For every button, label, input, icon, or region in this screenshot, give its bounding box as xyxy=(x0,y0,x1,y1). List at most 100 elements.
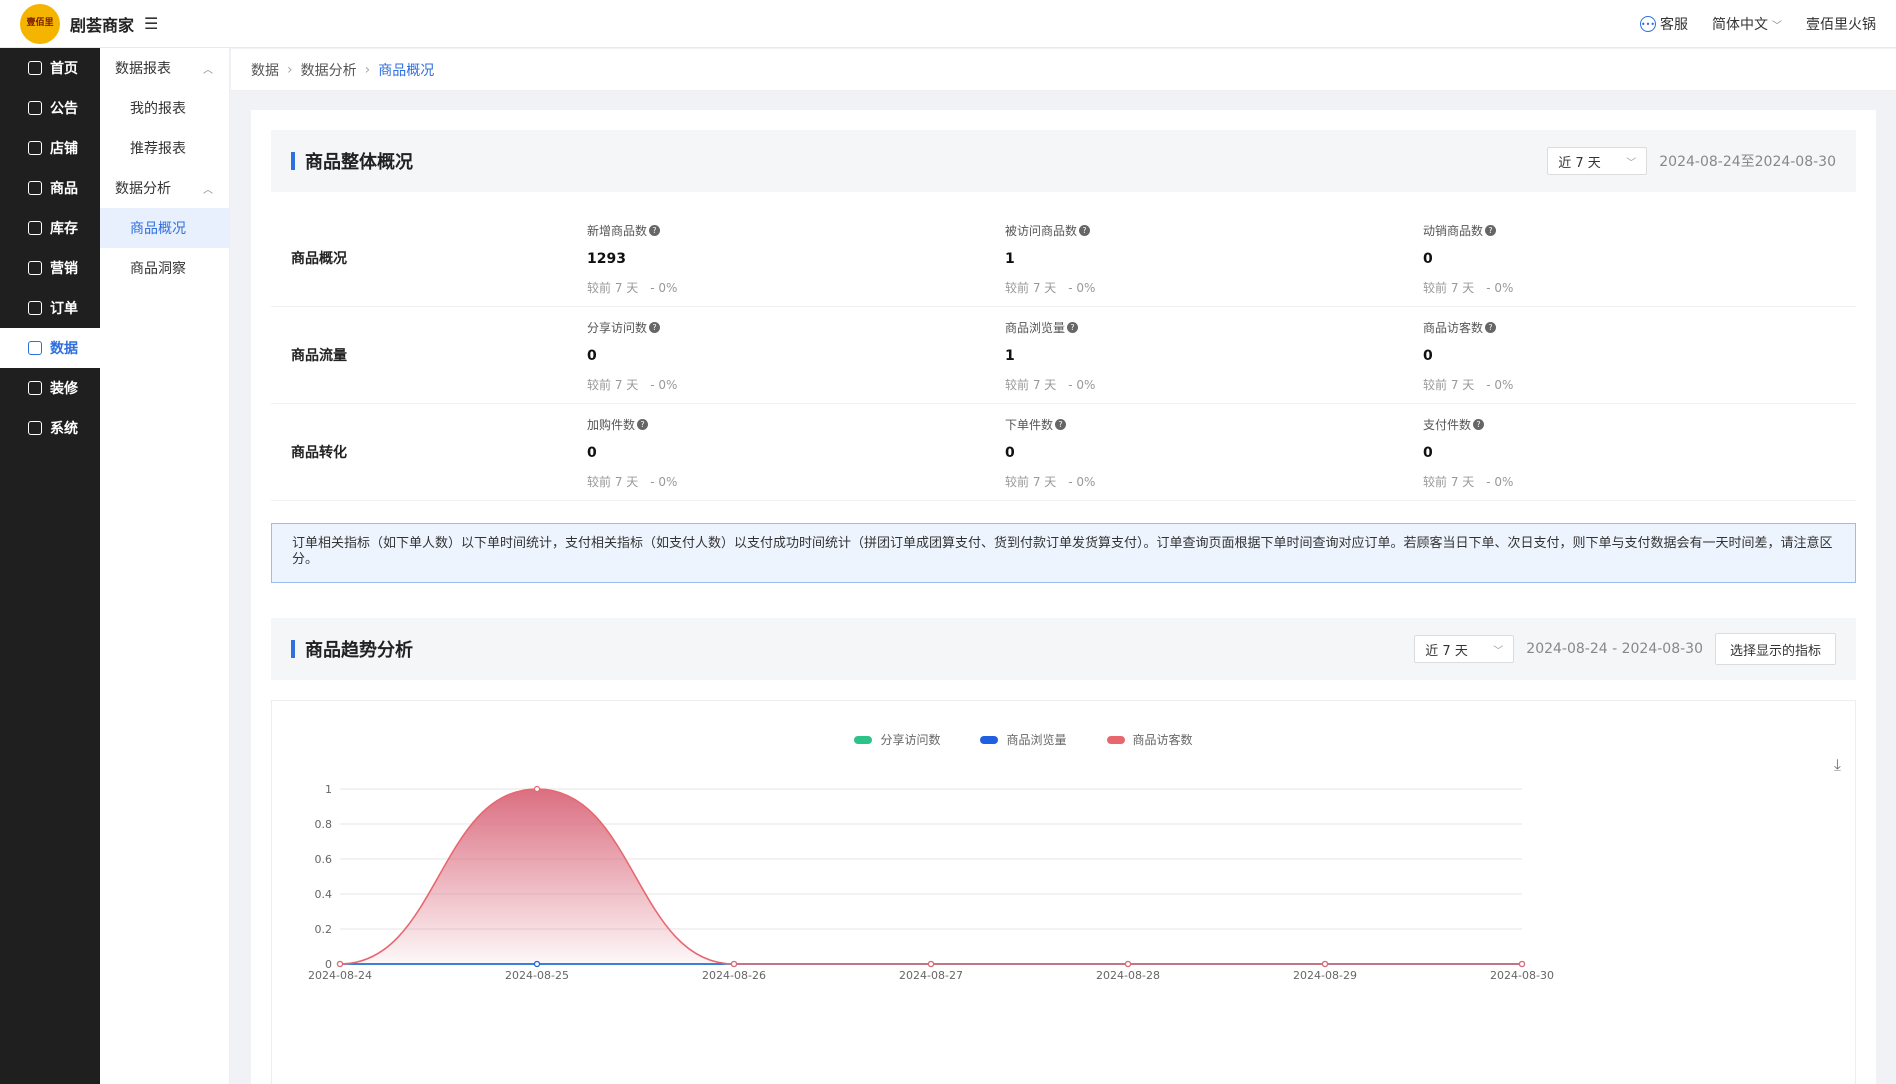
metric-compare-label: 较前 7 天 xyxy=(1005,281,1057,295)
data-point xyxy=(730,960,738,968)
submenu-item-recommended-reports[interactable]: 推荐报表 xyxy=(100,128,229,168)
metric-name-text: 支付件数 xyxy=(1423,418,1472,432)
sidebar-item[interactable]: 数据 xyxy=(0,328,100,368)
metric-change: - 0% xyxy=(1486,378,1514,392)
y-tick-label: 0.2 xyxy=(315,923,333,936)
metric-name: 新增商品数? xyxy=(587,222,987,239)
language-select[interactable]: 简体中文 ﹀ xyxy=(1712,14,1782,34)
metric-card: 加购件数? 0 较前 7 天 - 0% xyxy=(587,416,987,490)
overview-range-select[interactable]: 近 7 天 ﹀ xyxy=(1547,147,1648,175)
metric-change: - 0% xyxy=(1486,475,1514,489)
trend-title: 商品趋势分析 xyxy=(305,640,413,661)
submenu-item-goods-overview[interactable]: 商品概况 xyxy=(100,208,229,248)
metric-name: 动销商品数? xyxy=(1423,222,1823,239)
metric-value: 0 xyxy=(1423,348,1433,364)
sidebar-item[interactable]: 营销 xyxy=(0,248,100,288)
title-accent-bar xyxy=(291,152,295,170)
submenu-item-goods-insight[interactable]: 商品洞察 xyxy=(100,248,229,288)
metric-card: 商品访客数? 0 较前 7 天 - 0% xyxy=(1423,319,1823,393)
data-point xyxy=(336,960,344,968)
x-tick-label: 2024-08-25 xyxy=(505,969,569,982)
submenu-group-analysis[interactable]: 数据分析 ︿ xyxy=(100,168,229,208)
help-icon[interactable]: ? xyxy=(1485,225,1497,236)
language-label: 简体中文 xyxy=(1712,17,1768,33)
sidebar-item[interactable]: 店铺 xyxy=(0,128,100,168)
overview-title: 商品整体概况 xyxy=(305,152,413,173)
metric-name-text: 新增商品数 xyxy=(587,224,648,238)
logo-text: 壹佰里 xyxy=(26,18,54,28)
metric-compare-label: 较前 7 天 xyxy=(1005,378,1057,392)
metric-value: 0 xyxy=(1423,445,1433,461)
trend-range-select[interactable]: 近 7 天 ﹀ xyxy=(1414,635,1515,663)
metric-value: 0 xyxy=(587,445,597,461)
chevron-up-icon: ︿ xyxy=(203,184,213,196)
help-icon[interactable]: ? xyxy=(649,225,661,236)
sidebar-item[interactable]: 首页 xyxy=(0,48,100,88)
metric-name-text: 动销商品数 xyxy=(1423,224,1484,238)
sidebar-item[interactable]: 库存 xyxy=(0,208,100,248)
metric-name-text: 商品访客数 xyxy=(1423,321,1484,335)
metric-card: 下单件数? 0 较前 7 天 - 0% xyxy=(1005,416,1405,490)
submenu-item-my-reports[interactable]: 我的报表 xyxy=(100,88,229,128)
help-icon[interactable]: ? xyxy=(1473,419,1485,430)
sidebar-item[interactable]: 公告 xyxy=(0,88,100,128)
trend-header: 商品趋势分析 近 7 天 ﹀ 2024-08-24 - 2024-08-30 选… xyxy=(271,618,1856,680)
user-name: 壹佰里火锅 xyxy=(1806,17,1876,33)
chevron-up-icon: ︿ xyxy=(203,64,213,76)
submenu-group-label: 数据分析 xyxy=(115,181,171,197)
x-tick-label: 2024-08-26 xyxy=(702,969,766,982)
metrics-table: 商品概况 新增商品数? 1293 较前 7 天 - 0% 被访问商品数? 1 较前 7 天 - … xyxy=(271,210,1856,501)
help-icon[interactable]: ? xyxy=(1079,225,1091,236)
submenu-group-label: 数据报表 xyxy=(115,61,171,77)
trend-date-range: 2024-08-24 - 2024-08-30 xyxy=(1526,641,1703,657)
help-icon[interactable]: ? xyxy=(1067,322,1079,333)
select-indicators-button[interactable]: 选择显示的指标 xyxy=(1714,633,1836,665)
metric-name: 分享访问数? xyxy=(587,319,987,336)
metric-card: 支付件数? 0 较前 7 天 - 0% xyxy=(1423,416,1823,490)
metric-card: 被访问商品数? 1 较前 7 天 - 0% xyxy=(1005,222,1405,296)
menu-toggle-icon[interactable]: ☰ xyxy=(144,14,158,33)
sidebar-item[interactable]: 订单 xyxy=(0,288,100,328)
chevron-down-icon: ﹀ xyxy=(1626,157,1637,169)
sidebar-item-label: 营销 xyxy=(50,261,78,277)
sidebar-item[interactable]: 装修 xyxy=(0,368,100,408)
decorate-icon xyxy=(28,381,42,395)
metric-compare-label: 较前 7 天 xyxy=(587,378,639,392)
user-menu[interactable]: 壹佰里火锅 xyxy=(1806,14,1876,34)
marketing-icon xyxy=(28,261,42,275)
top-header: 壹佰里 剧荟商家 ☰ ••• 客服 简体中文 ﹀ 壹佰里火锅 xyxy=(0,0,1896,48)
y-tick-label: 0.6 xyxy=(315,853,333,866)
metrics-row-label: 商品流量 xyxy=(291,348,347,364)
metric-name: 被访问商品数? xyxy=(1005,222,1405,239)
customer-service-label: 客服 xyxy=(1660,17,1688,33)
breadcrumb-item[interactable]: 数据 xyxy=(251,60,279,80)
sidebar-item[interactable]: 商品 xyxy=(0,168,100,208)
metric-compare: 较前 7 天 - 0% xyxy=(1005,473,1405,490)
sidebar-item[interactable]: 系统 xyxy=(0,408,100,448)
metric-value: 1 xyxy=(1005,348,1015,364)
order-icon xyxy=(28,301,42,315)
chevron-right-icon: › xyxy=(364,61,371,78)
help-icon[interactable]: ? xyxy=(637,419,649,430)
help-icon[interactable]: ? xyxy=(1485,322,1497,333)
help-icon[interactable]: ? xyxy=(649,322,661,333)
metric-compare-label: 较前 7 天 xyxy=(587,475,639,489)
metric-change: - 0% xyxy=(650,475,678,489)
sidebar-item-label: 订单 xyxy=(50,301,78,317)
metric-name: 下单件数? xyxy=(1005,416,1405,433)
chevron-down-icon: ﹀ xyxy=(1493,645,1504,657)
x-tick-label: 2024-08-28 xyxy=(1096,969,1160,982)
metric-change: - 0% xyxy=(650,378,678,392)
metric-value: 0 xyxy=(1423,251,1433,267)
submenu-group-reports[interactable]: 数据报表 ︿ xyxy=(100,48,229,88)
y-tick-label: 0.4 xyxy=(315,888,333,901)
help-icon[interactable]: ? xyxy=(1055,419,1067,430)
metric-card: 新增商品数? 1293 较前 7 天 - 0% xyxy=(587,222,987,296)
metric-compare: 较前 7 天 - 0% xyxy=(1423,376,1823,393)
breadcrumb-item[interactable]: 数据分析 xyxy=(301,60,357,80)
metrics-row: 商品转化 加购件数? 0 较前 7 天- 0% 下单件数? 0 较前 7 天- 0% 支付件数… xyxy=(271,404,1856,501)
x-tick-label: 2024-08-30 xyxy=(1490,969,1554,982)
x-tick-label: 2024-08-29 xyxy=(1293,969,1357,982)
customer-service-button[interactable]: ••• 客服 xyxy=(1640,14,1688,34)
sidebar-item-label: 系统 xyxy=(50,421,78,437)
